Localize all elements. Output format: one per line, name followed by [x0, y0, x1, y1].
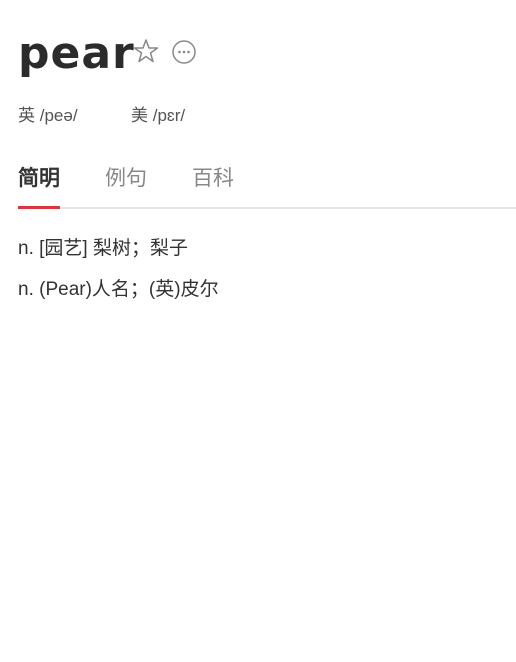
pronunciation-uk[interactable]: 英 /peə/ [18, 101, 78, 126]
tab-bar: 简明 例句 百科 [18, 162, 516, 209]
active-tab-indicator [18, 206, 60, 209]
star-favorite-icon[interactable] [133, 38, 159, 64]
uk-label: 英 [18, 106, 35, 125]
us-label: 美 [131, 106, 148, 125]
headword: pear [18, 28, 135, 79]
tab-concise[interactable]: 简明 [18, 162, 60, 192]
definition-item: n. [园艺] 梨树；梨子 [18, 238, 188, 259]
tab-encyclopedia[interactable]: 百科 [192, 162, 234, 192]
pronunciation-us[interactable]: 美 /pɛr/ [131, 101, 185, 126]
tab-examples[interactable]: 例句 [105, 162, 147, 192]
us-ipa: /pɛr/ [152, 106, 186, 125]
definition-item: n. (Pear)人名；(英)皮尔 [18, 279, 219, 300]
more-options-icon[interactable] [172, 40, 196, 64]
uk-ipa: /peə/ [39, 106, 78, 125]
